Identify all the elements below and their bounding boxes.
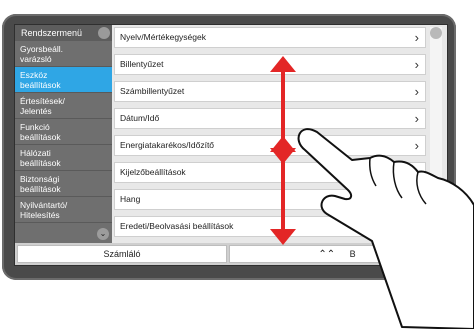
hand-outline — [297, 128, 474, 329]
hand-illustration-icon — [297, 128, 474, 329]
